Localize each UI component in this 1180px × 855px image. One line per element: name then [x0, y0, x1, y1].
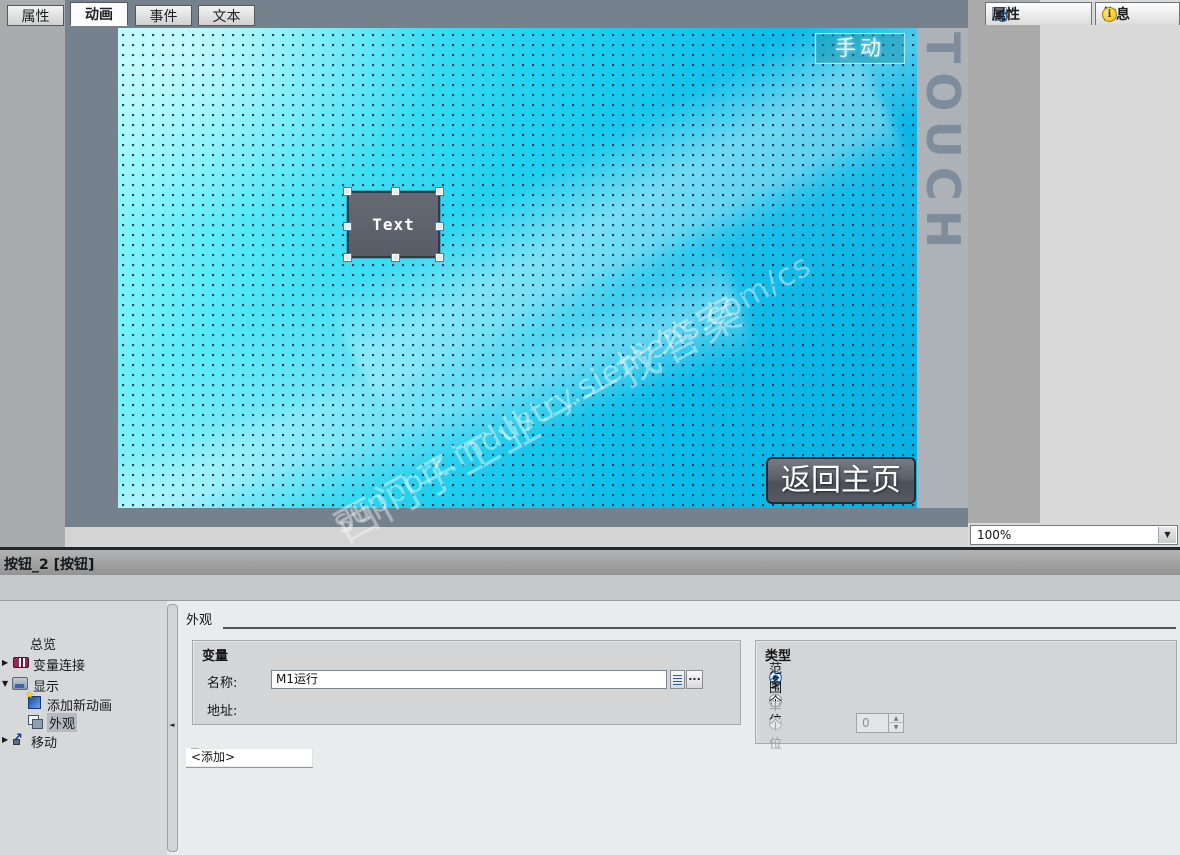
info-badge-icon: i [1102, 6, 1117, 22]
display-icon [12, 677, 28, 690]
inspector-body: 总览 ▶ 变量连接 ▼ 显示 添加新动画 外观 ▶ ↗ [0, 601, 1180, 855]
tree-label: 显示 [33, 680, 60, 695]
selection-handle[interactable] [435, 253, 444, 262]
tag-browse-button[interactable]: ... [686, 670, 703, 689]
section-heading: 外观 [186, 613, 213, 628]
list-icon [673, 675, 682, 685]
spinner-buttons: ▲ ▼ [888, 714, 903, 732]
tab-animation[interactable]: 动画 [70, 2, 128, 26]
manual-mode-button[interactable]: 手动 [815, 33, 905, 64]
empty-cell [186, 748, 191, 749]
collapse-icon[interactable]: ▼ [2, 679, 8, 688]
tab-properties[interactable]: 属性 [7, 5, 64, 26]
tag-name-input[interactable]: M1运行 [271, 670, 667, 689]
collapse-pane-icon[interactable]: ◄ [169, 721, 174, 729]
tree-item-overview[interactable]: 总览 [0, 633, 167, 653]
tag-icon [13, 657, 29, 668]
expand-icon[interactable]: ▶ [2, 658, 8, 667]
left-margin [0, 0, 65, 547]
add-animation-icon [25, 690, 41, 709]
section-rule [223, 627, 1176, 629]
selection-handle[interactable] [391, 253, 400, 262]
spinner-value: 0 [862, 716, 870, 730]
appearance-icon [28, 715, 43, 729]
tree-item-add-animation[interactable]: 添加新动画 [0, 690, 167, 714]
empty-cell [186, 748, 313, 749]
screen-editor-canvas[interactable]: 手动 Text 返回主页 TOUCH [65, 0, 970, 527]
text-button-label: Text [372, 215, 415, 234]
touch-template-strip: TOUCH [916, 28, 970, 508]
hmi-screen[interactable]: 手动 Text 返回主页 [118, 28, 917, 508]
radio-singlebit-label: 单个位 [769, 698, 783, 752]
movement-icon: ↗ [12, 731, 28, 746]
address-label: 地址: [207, 704, 238, 719]
expand-icon[interactable]: ▶ [2, 735, 8, 744]
inspector-title: 按钮_2 [按钮] [4, 557, 95, 573]
selected-text-button[interactable]: Text [343, 187, 444, 262]
tab-text[interactable]: 文本 [198, 5, 255, 26]
pane-splitter[interactable]: ◄ [167, 604, 178, 852]
tag-groupbox: 变量 名称: M1运行 ... 地址: [192, 640, 741, 725]
tree-item-appearance[interactable]: 外观 [0, 712, 167, 732]
tab-events[interactable]: 事件 [135, 5, 192, 26]
selection-handle[interactable] [391, 187, 400, 196]
tab-info-panel[interactable]: i 信息 i [1095, 2, 1180, 25]
type-groupbox: 类型 范围 多个位 单个位 0 ▲ ▼ [755, 640, 1177, 752]
tree-label: 移动 [31, 736, 58, 751]
grid-dots [118, 28, 917, 508]
right-panel-gutter [1040, 0, 1180, 523]
tree-item-tag-connections[interactable]: ▶ 变量连接 [0, 654, 167, 674]
touch-label: TOUCH [916, 32, 970, 258]
tag-list-button[interactable] [670, 670, 685, 689]
spin-up-icon: ▲ [889, 714, 903, 723]
tree-label: 总览 [30, 638, 57, 653]
zoom-value: 100% [977, 528, 1012, 542]
canvas-bottom-band [65, 527, 968, 547]
appearance-pane: 外观 变量 名称: M1运行 ... 地址: 类型 范围 多个 单个位 0 ▲ … [178, 601, 1180, 855]
tree-item-movement[interactable]: ▶ ↗ 移动 [0, 731, 167, 751]
dropdown-arrow-icon[interactable]: ▼ [1158, 527, 1176, 543]
tag-group-title: 变量 [202, 649, 229, 664]
inspector-titlebar: 按钮_2 [按钮] [0, 550, 1180, 575]
add-row-cell[interactable]: <添加> [186, 748, 313, 767]
animation-tree: 总览 ▶ 变量连接 ▼ 显示 添加新动画 外观 ▶ ↗ [0, 601, 167, 855]
selection-handle[interactable] [435, 222, 444, 231]
selection-handle[interactable] [343, 187, 352, 196]
properties-panel-label: 属性 [992, 7, 1020, 23]
tree-label-selected: 外观 [47, 713, 78, 732]
spin-down-icon: ▼ [893, 724, 899, 731]
selection-handle[interactable] [435, 187, 444, 196]
bit-number-spinner: 0 ▲ ▼ [856, 713, 904, 733]
name-label: 名称: [207, 676, 238, 691]
return-home-button[interactable]: 返回主页 [766, 457, 916, 504]
selection-handle[interactable] [343, 222, 352, 231]
tree-label: 变量连接 [33, 659, 86, 674]
right-margin [968, 0, 1040, 523]
selection-handle[interactable] [343, 253, 352, 262]
inspector-tab-strip [0, 575, 1180, 601]
tia-portal-hmi-editor: 手动 Text 返回主页 TOUCH 西门子工业——找答案 support.in… [0, 0, 1180, 855]
zoom-select[interactable]: 100% ▼ [970, 525, 1178, 545]
tab-properties-panel[interactable]: 属性 [985, 2, 1092, 25]
